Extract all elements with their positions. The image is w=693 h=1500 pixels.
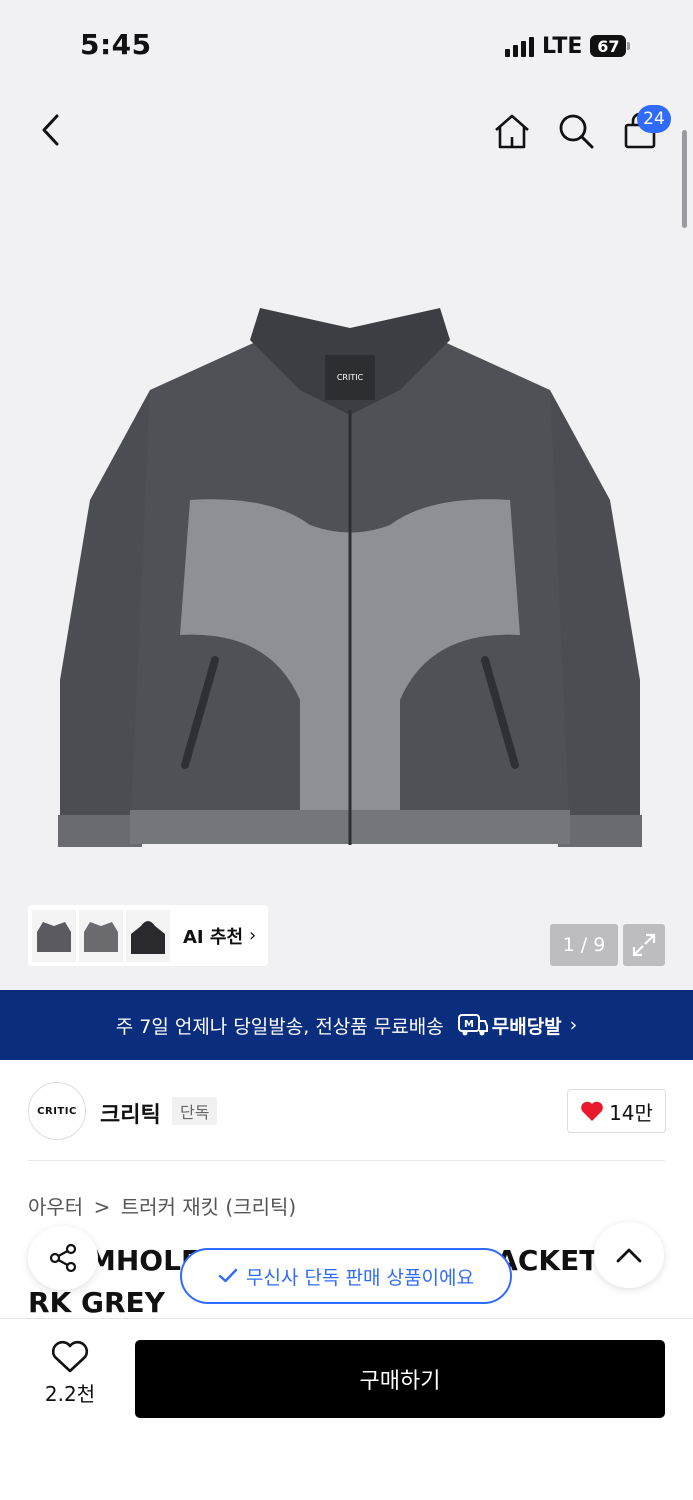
expand-icon[interactable] bbox=[623, 924, 665, 966]
brand-name[interactable]: 크리틱 bbox=[100, 1097, 161, 1129]
battery-icon: 67 bbox=[590, 35, 631, 57]
network-label: LTE bbox=[542, 33, 583, 59]
svg-text:M: M bbox=[464, 1019, 474, 1030]
delivery-truck-icon: M bbox=[457, 1014, 488, 1036]
status-time: 5:45 bbox=[80, 28, 152, 61]
bottom-bar-divider bbox=[0, 1318, 693, 1319]
breadcrumb-separator: > bbox=[93, 1195, 111, 1219]
wishlist-button[interactable]: 2.2천 bbox=[30, 1340, 110, 1420]
image-page-indicator: 1 / 9 bbox=[550, 924, 618, 966]
toast-text: 무신사 단독 판매 상품이에요 bbox=[246, 1266, 474, 1289]
chevron-right-icon: › bbox=[569, 1014, 578, 1036]
home-icon[interactable] bbox=[490, 110, 534, 152]
scrollbar[interactable] bbox=[682, 130, 687, 228]
free-shipping-banner[interactable]: 주 7일 언제나 당일발송, 전상품 무료배송 M 무배당발 › bbox=[0, 990, 693, 1060]
ai-recommend-label: AI 추천 bbox=[183, 926, 244, 948]
ai-recommendation-button[interactable]: AI 추천 › bbox=[28, 905, 268, 966]
breadcrumb: 아우터 > 트러커 재킷 (크리틱) bbox=[28, 1191, 296, 1220]
reco-thumbnail bbox=[32, 909, 76, 962]
svg-text:CRITIC: CRITIC bbox=[337, 373, 364, 382]
chevron-up-icon bbox=[616, 1248, 642, 1263]
share-icon bbox=[49, 1243, 77, 1273]
back-icon[interactable] bbox=[30, 110, 70, 150]
exclusive-toast: 무신사 단독 판매 상품이에요 bbox=[180, 1248, 512, 1304]
brand-like-count: 14만 bbox=[609, 1100, 653, 1125]
share-button[interactable] bbox=[28, 1226, 98, 1290]
heart-filled-icon bbox=[581, 1101, 603, 1121]
battery-level: 67 bbox=[590, 35, 627, 57]
reco-thumbnail bbox=[79, 909, 123, 962]
breadcrumb-subcategory[interactable]: 트러커 재킷 (크리틱) bbox=[121, 1195, 297, 1219]
brand-logo[interactable]: CRITIC bbox=[28, 1082, 86, 1140]
wishlist-count: 2.2천 bbox=[44, 1382, 96, 1406]
exclusive-tag: 단독 bbox=[172, 1097, 218, 1125]
product-jacket-image: CRITIC bbox=[58, 308, 642, 847]
scroll-top-button[interactable] bbox=[594, 1222, 664, 1288]
heart-outline-icon bbox=[51, 1340, 89, 1373]
delivery-badge: M 무배당발 › bbox=[457, 1012, 578, 1039]
delivery-badge-label: 무배당발 bbox=[491, 1015, 562, 1038]
chevron-right-icon: › bbox=[249, 925, 257, 946]
signal-icon bbox=[505, 35, 534, 57]
check-icon bbox=[218, 1268, 238, 1283]
buy-button[interactable]: 구매하기 bbox=[135, 1340, 665, 1418]
cart-count-badge: 24 bbox=[637, 105, 671, 133]
reco-thumbnail bbox=[126, 909, 170, 962]
banner-text: 주 7일 언제나 당일발송, 전상품 무료배송 bbox=[115, 1015, 444, 1038]
search-icon[interactable] bbox=[554, 110, 598, 152]
brand-like-button[interactable]: 14만 bbox=[567, 1089, 666, 1133]
divider bbox=[28, 1160, 665, 1161]
status-indicators: LTE 67 bbox=[505, 32, 631, 60]
breadcrumb-category[interactable]: 아우터 bbox=[28, 1195, 83, 1219]
